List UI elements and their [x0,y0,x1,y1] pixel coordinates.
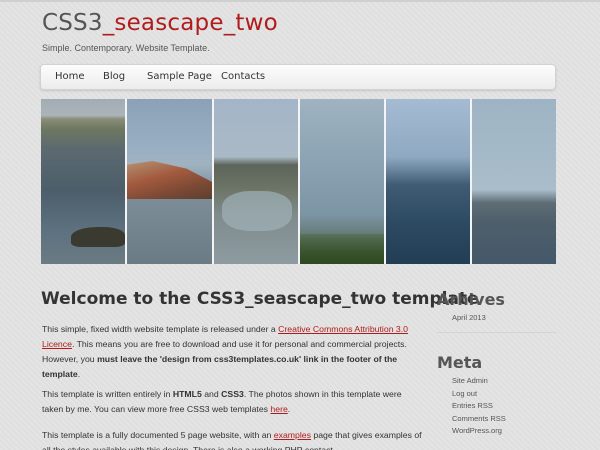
css3-text: CSS3 [221,389,244,399]
page-heading: Welcome to the CSS3_seascape_two templat… [41,289,479,309]
site-tagline: Simple. Contemporary. Website Template. [42,43,210,53]
menu-item-contacts[interactable]: Contacts [221,71,265,82]
examples-link[interactable]: examples [274,430,311,440]
sidebar-divider [437,332,557,333]
seascape-photo-3 [214,99,298,264]
logo-accent-text: _seascape_two [102,10,278,36]
menu-item-blog[interactable]: Blog [103,71,125,82]
text: . [287,404,291,414]
top-border [0,0,600,2]
meta-link-log-out[interactable]: Log out [452,388,506,401]
html5-text: HTML5 [172,389,202,399]
meta-link-wordpress[interactable]: WordPress.org [452,425,506,438]
meta-link-entries-rss[interactable]: Entries RSS [452,400,506,413]
seascape-photo-2 [127,99,212,264]
meta-heading: Meta [437,353,483,372]
documentation-paragraph: This template is a fully documented 5 pa… [42,428,422,450]
seascape-photo-4 [300,99,384,264]
text: and [201,389,222,399]
archives-heading: Arhives [437,290,505,309]
meta-link-comments-rss[interactable]: Comments RSS [452,413,506,426]
site-logo[interactable]: CSS3_seascape_two [42,10,278,36]
html5-paragraph: This template is written entirely in HTM… [42,387,422,417]
meta-list: Site Admin Log out Entries RSS Comments … [452,375,506,438]
logo-main-text: CSS3 [42,10,103,36]
more-templates-link[interactable]: here [270,404,287,414]
seascape-photo-6 [472,99,556,264]
seascape-photo-5 [386,99,470,264]
seascape-photo-1 [41,99,125,264]
text: This template is written entirely in [42,389,173,399]
text: This template is a fully documented 5 pa… [42,430,274,440]
archive-link-april-2013[interactable]: April 2013 [452,312,486,325]
text: . [77,369,81,379]
meta-link-site-admin[interactable]: Site Admin [452,375,506,388]
menu-item-home[interactable]: Home [55,71,85,82]
archives-list: April 2013 [452,312,486,325]
menu-item-sample-page[interactable]: Sample Page [147,71,212,82]
text: This simple, fixed width website templat… [42,324,279,334]
main-menu: Home Blog Sample Page Contacts [40,64,556,90]
banner-photo-strip [41,99,556,264]
intro-paragraph: This simple, fixed width website templat… [42,322,422,382]
